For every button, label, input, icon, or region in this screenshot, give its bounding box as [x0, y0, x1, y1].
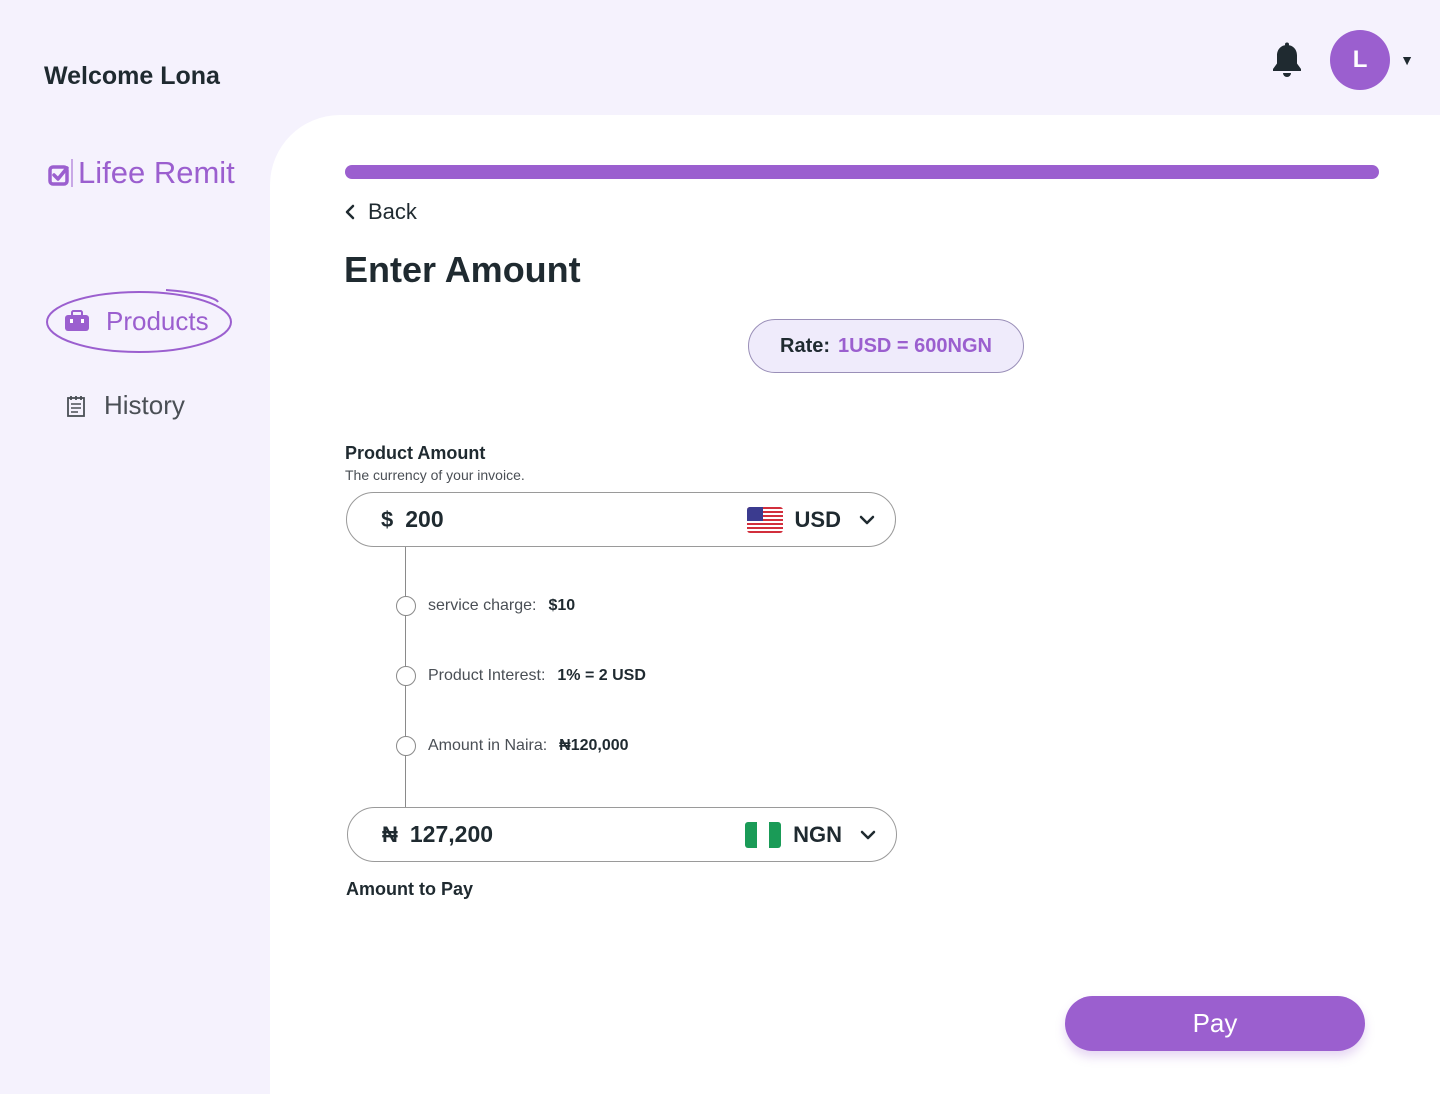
- breakdown-value: 1% = 2 USD: [557, 667, 646, 684]
- rate-label: Rate:: [780, 334, 831, 357]
- breakdown-value: ₦120,000: [559, 737, 629, 754]
- sidebar-item-history[interactable]: History: [66, 390, 185, 421]
- ng-flag-icon: [745, 821, 782, 848]
- sidebar-item-label: Products: [106, 305, 209, 336]
- header-actions: L ▼: [1270, 30, 1414, 90]
- product-amount-field[interactable]: $ 200 USD: [346, 492, 896, 547]
- breakdown-label: Product Interest:: [428, 667, 546, 684]
- product-amount-label: Product Amount: [345, 443, 486, 463]
- currency-select[interactable]: NGN: [793, 822, 842, 848]
- breakdown-label: service charge:: [428, 597, 537, 614]
- amount-to-pay-input[interactable]: 127,200: [410, 821, 745, 848]
- rate-value: 1USD = 600NGN: [838, 334, 992, 357]
- sidebar-item-products[interactable]: Products: [46, 288, 234, 354]
- breakdown-label: Amount in Naira:: [428, 737, 548, 754]
- chevron-down-icon[interactable]: [860, 830, 876, 840]
- avatar[interactable]: L: [1330, 30, 1391, 90]
- welcome-text: Welcome Lona: [44, 62, 220, 90]
- timeline-dot: [396, 736, 416, 756]
- amount-to-pay-label: Amount to Pay: [346, 879, 474, 899]
- currency-select[interactable]: USD: [795, 507, 841, 533]
- rate-badge: Rate: 1USD = 600NGN: [748, 319, 1024, 373]
- back-label: Back: [368, 199, 417, 224]
- main-panel: Back Enter Amount Rate: 1USD = 600NGN Pr…: [270, 115, 1440, 1094]
- timeline-dot: [396, 666, 416, 686]
- breakdown-item: Amount in Naira: ₦120,000: [396, 736, 629, 756]
- timeline-dot: [396, 596, 416, 616]
- briefcase-icon: [65, 310, 89, 331]
- amount-to-pay-field[interactable]: ₦ 127,200 NGN: [347, 807, 897, 862]
- page-title: Enter Amount: [344, 249, 581, 290]
- bell-icon[interactable]: [1270, 42, 1304, 78]
- progress-bar: [345, 165, 1379, 179]
- us-flag-icon: [746, 506, 783, 533]
- pay-button[interactable]: Pay: [1065, 996, 1365, 1051]
- chevron-down-icon[interactable]: [859, 515, 875, 525]
- chevron-left-icon: [345, 204, 355, 220]
- breakdown-item: service charge: $10: [396, 596, 575, 616]
- product-amount-sublabel: The currency of your invoice.: [345, 467, 525, 483]
- currency-symbol: ₦: [382, 821, 398, 847]
- notepad-icon: [67, 395, 85, 417]
- logo: Lifee Remit: [48, 155, 235, 191]
- product-amount-input[interactable]: 200: [405, 506, 746, 533]
- logo-text: Lifee Remit: [78, 155, 235, 190]
- sidebar-item-label: History: [104, 390, 185, 420]
- chevron-down-icon[interactable]: ▼: [1400, 52, 1414, 68]
- breakdown-value: $10: [548, 597, 576, 614]
- breakdown-item: Product Interest: 1% = 2 USD: [396, 666, 646, 686]
- check-logo-icon: [48, 159, 73, 187]
- currency-symbol: $: [381, 506, 394, 532]
- back-button[interactable]: Back: [344, 199, 417, 225]
